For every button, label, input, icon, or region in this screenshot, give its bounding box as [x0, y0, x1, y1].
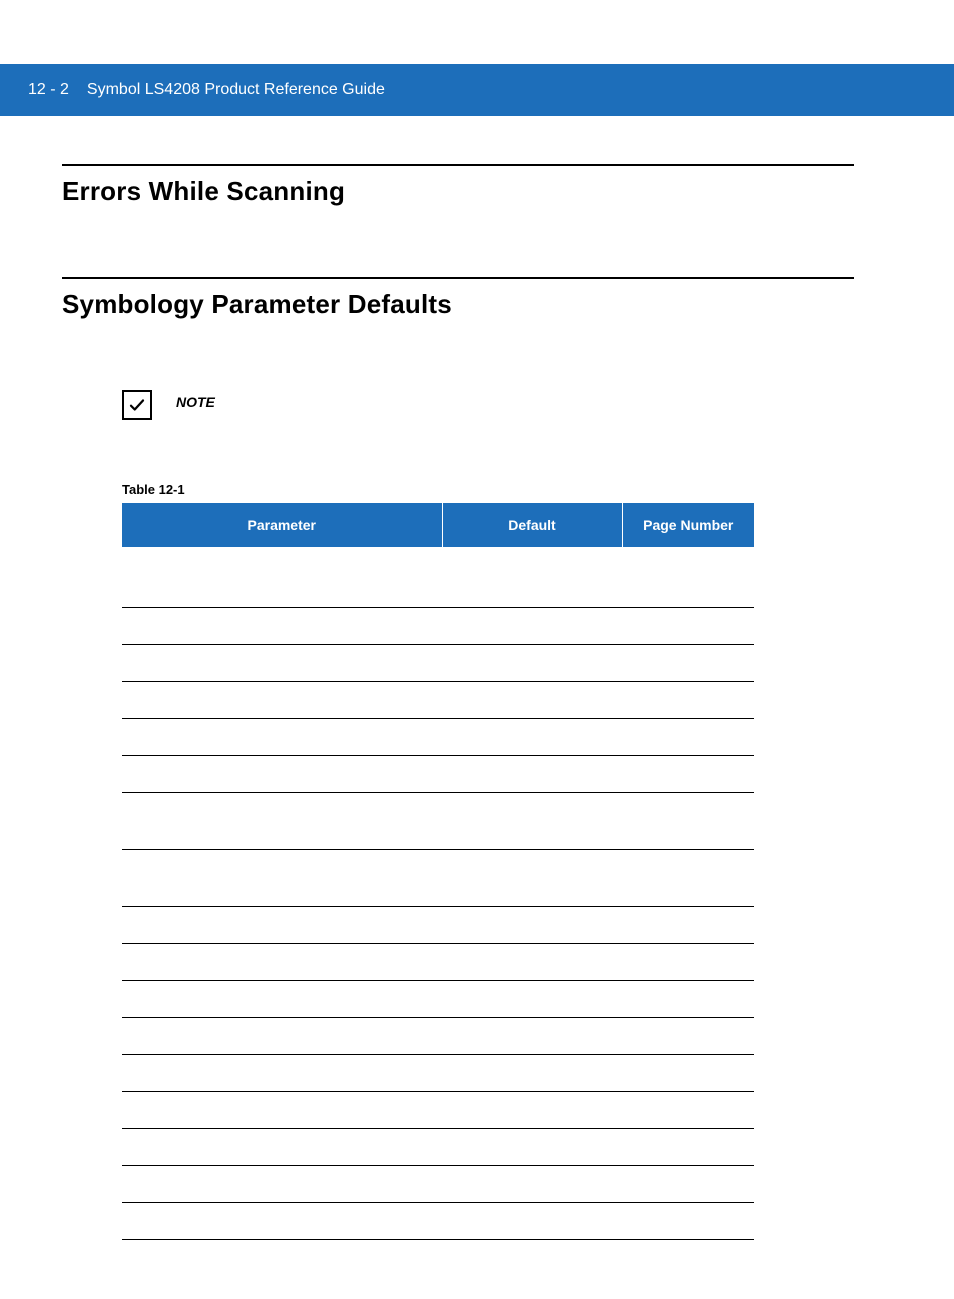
note-block: NOTE — [122, 390, 854, 420]
cell-parameter — [122, 608, 442, 645]
table-row — [122, 981, 754, 1018]
cell-default — [442, 1092, 622, 1129]
cell-page_number — [622, 608, 754, 645]
cell-parameter — [122, 719, 442, 756]
cell-default — [442, 1129, 622, 1166]
cell-parameter — [122, 682, 442, 719]
cell-page_number — [622, 981, 754, 1018]
check-icon — [122, 390, 152, 420]
table-row — [122, 1203, 754, 1240]
cell-default — [442, 944, 622, 981]
page-header: 12 - 2 Symbol LS4208 Product Reference G… — [0, 64, 954, 116]
table-row — [122, 1166, 754, 1203]
table-row — [122, 1092, 754, 1129]
col-parameter: Parameter — [122, 503, 442, 547]
cell-page_number — [622, 944, 754, 981]
cell-page_number — [622, 1129, 754, 1166]
cell-default — [442, 719, 622, 756]
cell-default — [442, 682, 622, 719]
cell-default — [442, 981, 622, 1018]
cell-parameter — [122, 850, 442, 907]
cell-parameter — [122, 1018, 442, 1055]
cell-parameter — [122, 793, 442, 850]
table-row — [122, 719, 754, 756]
table-row — [122, 1055, 754, 1092]
cell-parameter — [122, 1129, 442, 1166]
table-header-row: Parameter Default Page Number — [122, 503, 754, 547]
parameters-table: Parameter Default Page Number — [122, 503, 754, 1240]
cell-default — [442, 1018, 622, 1055]
cell-default — [442, 756, 622, 793]
cell-default — [442, 571, 622, 608]
table-row — [122, 756, 754, 793]
page: 12 - 2 Symbol LS4208 Product Reference G… — [0, 64, 954, 1299]
section-errors: Errors While Scanning — [62, 164, 854, 207]
cell-parameter — [122, 645, 442, 682]
cell-parameter — [122, 756, 442, 793]
cell-parameter — [122, 1166, 442, 1203]
table-body — [122, 547, 754, 1240]
table-row — [122, 1129, 754, 1166]
cell-default — [442, 907, 622, 944]
cell-default — [442, 645, 622, 682]
table-row — [122, 793, 754, 850]
table-row — [122, 571, 754, 608]
table-row — [122, 850, 754, 907]
col-page-number: Page Number — [622, 503, 754, 547]
cell-parameter — [122, 907, 442, 944]
cell-parameter — [122, 981, 442, 1018]
cell-page_number — [622, 1092, 754, 1129]
cell-page_number — [622, 850, 754, 907]
cell-default — [442, 793, 622, 850]
cell-page_number — [622, 645, 754, 682]
cell-page_number — [622, 907, 754, 944]
cell-default — [442, 850, 622, 907]
table-row — [122, 645, 754, 682]
col-default: Default — [442, 503, 622, 547]
content-area: Errors While Scanning Symbology Paramete… — [0, 164, 954, 1240]
table-row — [122, 1018, 754, 1055]
cell-page_number — [622, 719, 754, 756]
cell-parameter — [122, 1092, 442, 1129]
table-row — [122, 907, 754, 944]
table-row — [122, 682, 754, 719]
section-errors-title: Errors While Scanning — [62, 176, 854, 207]
note-label: NOTE — [176, 390, 215, 410]
cell-page_number — [622, 793, 754, 850]
cell-page_number — [622, 1203, 754, 1240]
table-row — [122, 608, 754, 645]
cell-parameter — [122, 571, 442, 608]
cell-default — [442, 1203, 622, 1240]
table-caption: Table 12-1 — [122, 482, 854, 497]
cell-page_number — [622, 571, 754, 608]
cell-page_number — [622, 682, 754, 719]
table-spacer-row — [122, 547, 754, 571]
header-title: Symbol LS4208 Product Reference Guide — [87, 81, 385, 99]
cell-parameter — [122, 944, 442, 981]
section-defaults-title: Symbology Parameter Defaults — [62, 289, 854, 320]
cell-parameter — [122, 1203, 442, 1240]
table-row — [122, 944, 754, 981]
section-defaults: Symbology Parameter Defaults — [62, 277, 854, 320]
cell-default — [442, 1055, 622, 1092]
cell-page_number — [622, 756, 754, 793]
cell-default — [442, 608, 622, 645]
cell-default — [442, 1166, 622, 1203]
header-page-number: 12 - 2 — [28, 81, 69, 99]
cell-page_number — [622, 1166, 754, 1203]
cell-page_number — [622, 1018, 754, 1055]
cell-parameter — [122, 1055, 442, 1092]
cell-page_number — [622, 1055, 754, 1092]
